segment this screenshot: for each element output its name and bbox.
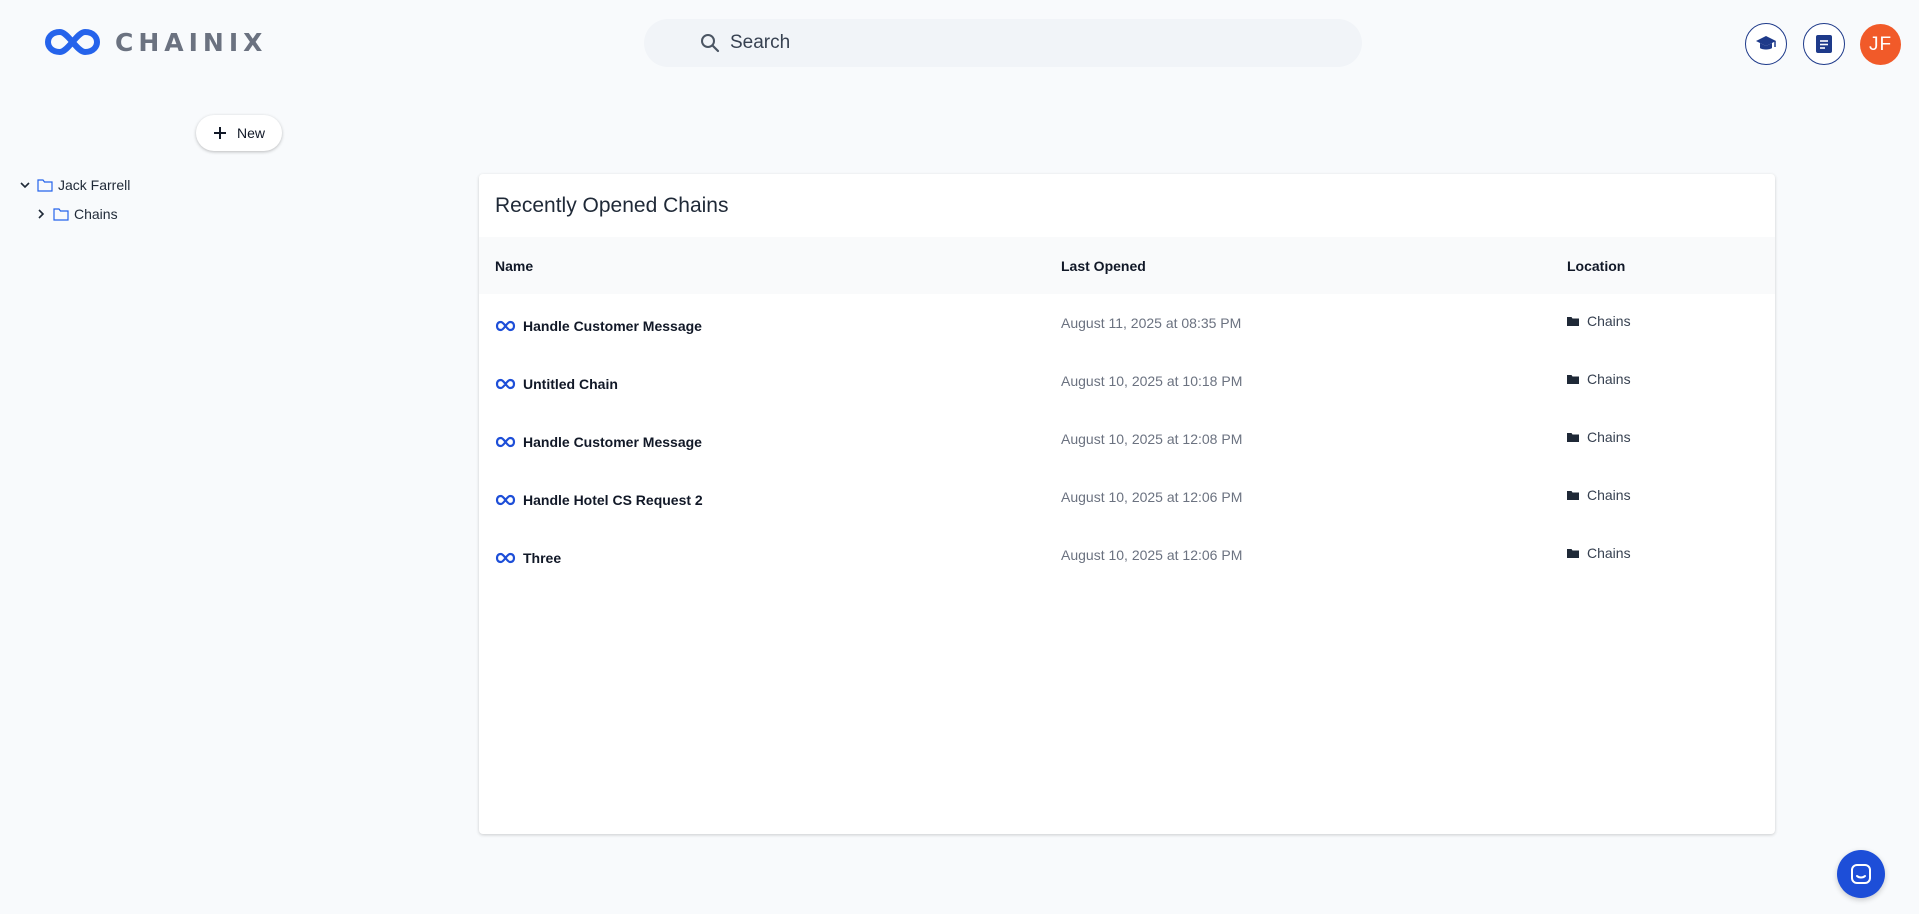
location[interactable]: Chains: [1567, 429, 1631, 445]
learning-button[interactable]: [1745, 23, 1787, 65]
folder-filled-icon: [1567, 375, 1579, 384]
chain-link-icon: [495, 436, 516, 448]
chain-name[interactable]: Handle Customer Message: [495, 434, 702, 450]
search-input[interactable]: [730, 32, 1330, 54]
table-row[interactable]: Untitled Chain August 10, 2025 at 10:18 …: [479, 352, 1775, 410]
chain-name[interactable]: Handle Hotel CS Request 2: [495, 492, 703, 508]
chain-link-icon: [495, 552, 516, 564]
location[interactable]: Chains: [1567, 545, 1631, 561]
new-button-label: New: [236, 125, 265, 141]
chain-name[interactable]: Untitled Chain: [495, 376, 618, 392]
tree-item-chains[interactable]: Chains: [34, 206, 118, 222]
plus-icon: [213, 127, 226, 139]
table-row[interactable]: Handle Customer Message August 10, 2025 …: [479, 410, 1775, 468]
chain-link-icon: [495, 320, 516, 332]
chat-icon: [1851, 864, 1871, 884]
folder-filled-icon: [1567, 491, 1579, 500]
table-row[interactable]: Handle Hotel CS Request 2 August 10, 202…: [479, 468, 1775, 526]
location[interactable]: Chains: [1567, 371, 1631, 387]
location[interactable]: Chains: [1567, 313, 1631, 329]
last-opened: August 10, 2025 at 12:08 PM: [1061, 431, 1243, 447]
last-opened: August 10, 2025 at 12:06 PM: [1061, 547, 1243, 563]
document-icon: [1816, 35, 1832, 53]
search-bar[interactable]: [644, 19, 1362, 67]
new-button[interactable]: New: [196, 115, 282, 151]
table-header: Name Last Opened Location: [479, 237, 1775, 294]
chain-name[interactable]: Three: [495, 550, 561, 566]
table-row[interactable]: Handle Customer Message August 11, 2025 …: [479, 294, 1775, 352]
folder-filled-icon: [1567, 433, 1579, 442]
graduation-cap-icon: [1756, 36, 1776, 50]
column-header-location[interactable]: Location: [1567, 258, 1625, 274]
last-opened: August 10, 2025 at 10:18 PM: [1061, 373, 1243, 389]
chain-name[interactable]: Handle Customer Message: [495, 318, 702, 334]
chain-link-icon: [495, 378, 516, 390]
chevron-down-icon[interactable]: [18, 178, 32, 192]
brand-logo[interactable]: CHAINIX: [44, 27, 267, 57]
folder-icon: [53, 208, 69, 221]
chain-link-icon: [495, 494, 516, 506]
user-avatar[interactable]: JF: [1860, 24, 1901, 65]
brand-name: CHAINIX: [115, 27, 268, 57]
tree-item-label: Jack Farrell: [58, 177, 131, 193]
last-opened: August 10, 2025 at 12:06 PM: [1061, 489, 1243, 505]
tree-item-jack-farrell[interactable]: Jack Farrell: [18, 177, 130, 193]
table-row[interactable]: Three August 10, 2025 at 12:06 PM Chains: [479, 526, 1775, 584]
folder-filled-icon: [1567, 317, 1579, 326]
docs-button[interactable]: [1803, 23, 1845, 65]
infinity-logo-icon: [44, 28, 101, 56]
chat-launcher-button[interactable]: [1837, 850, 1885, 898]
recent-chains-card: Recently Opened Chains Name Last Opened …: [479, 174, 1775, 834]
tree-item-label: Chains: [74, 206, 118, 222]
chevron-right-icon[interactable]: [34, 207, 48, 221]
search-icon: [701, 34, 720, 53]
column-header-last-opened[interactable]: Last Opened: [1061, 258, 1146, 274]
folder-icon: [37, 179, 53, 192]
location[interactable]: Chains: [1567, 487, 1631, 503]
card-title: Recently Opened Chains: [495, 194, 729, 217]
folder-filled-icon: [1567, 549, 1579, 558]
column-header-name[interactable]: Name: [495, 258, 533, 274]
last-opened: August 11, 2025 at 08:35 PM: [1061, 315, 1242, 331]
